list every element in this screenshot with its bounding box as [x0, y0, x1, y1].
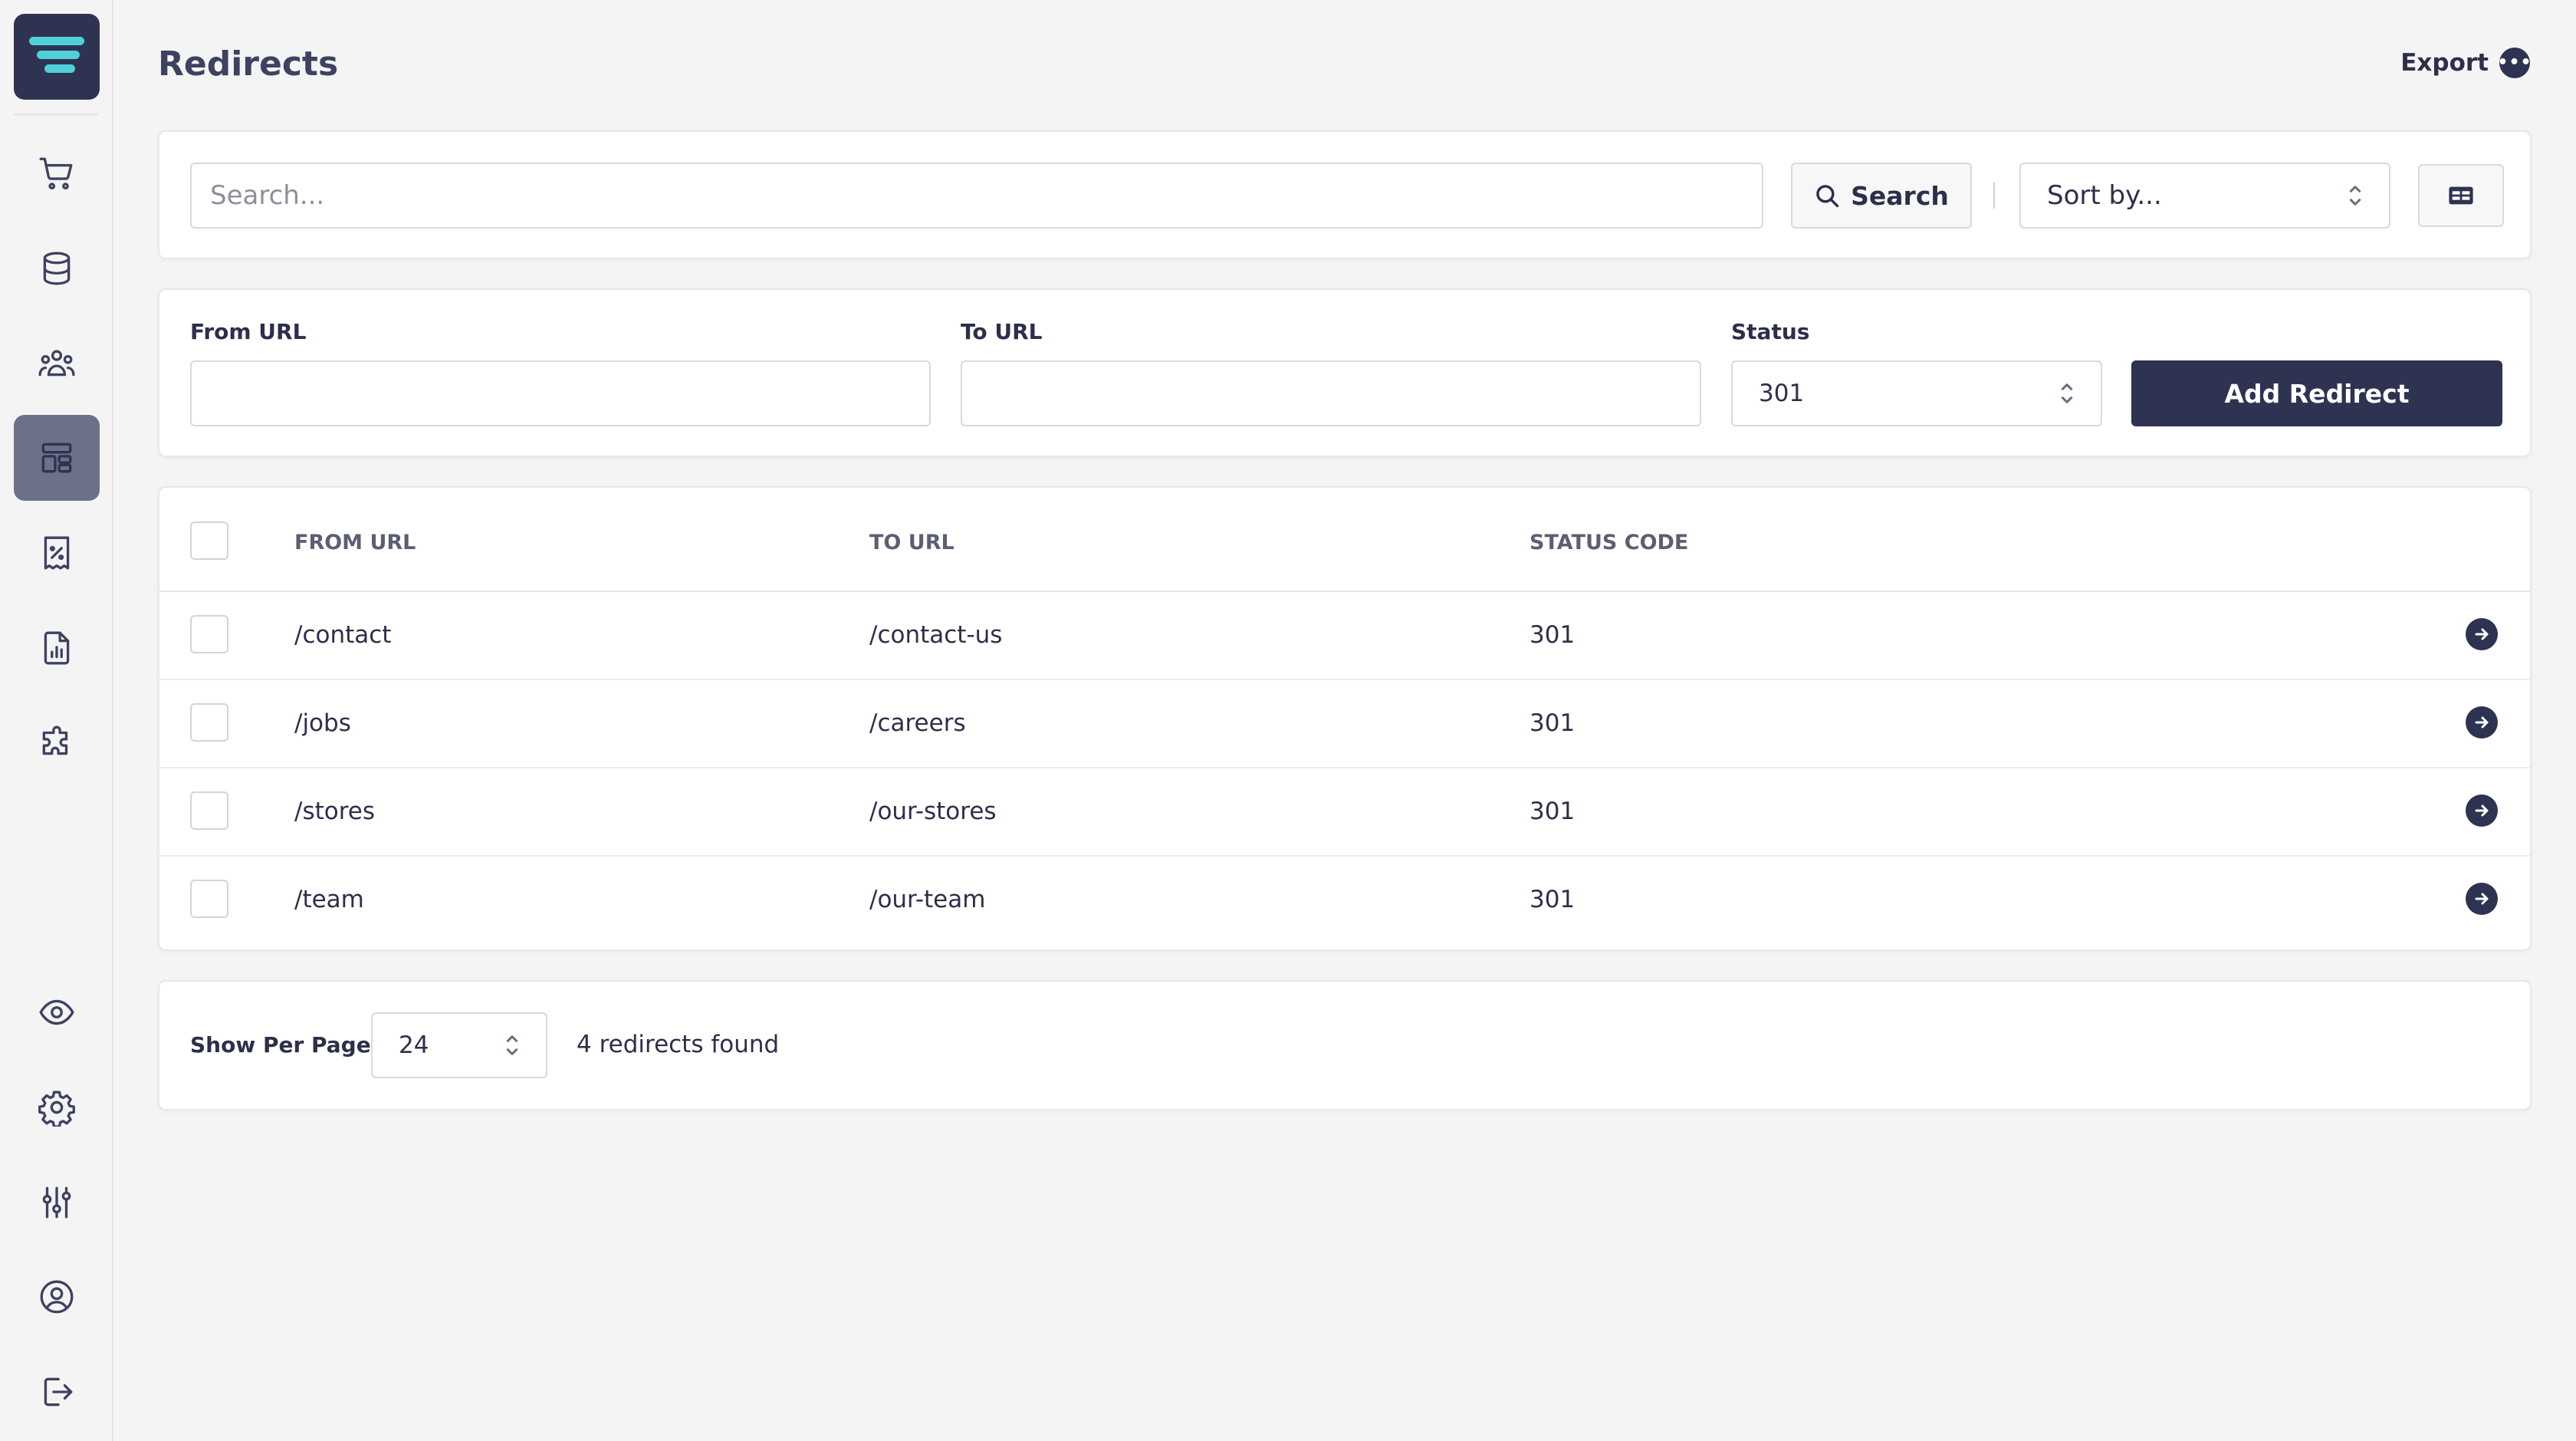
receipt-percent-icon: [44, 536, 70, 570]
to-url-cell: /contact-us: [869, 621, 1003, 649]
sidebar-item-settings[interactable]: [14, 1064, 100, 1150]
from-url-field[interactable]: [190, 360, 931, 426]
logo-icon: [29, 37, 84, 73]
chevron-up-down-icon: [504, 1032, 520, 1058]
sidebar-item-account[interactable]: [14, 1254, 100, 1340]
export-label: Export: [2400, 49, 2489, 77]
sidebar-item-orders[interactable]: [14, 130, 100, 216]
to-url-cell: /our-team: [869, 886, 986, 913]
add-redirect-form: From URL To URL Status 301 Add Redirect: [158, 288, 2532, 457]
sidebar-item-customers[interactable]: [14, 321, 100, 406]
arrow-right-circle-icon[interactable]: [2466, 883, 2498, 915]
from-url-cell: /team: [294, 886, 364, 913]
database-icon: [43, 252, 71, 285]
table-view-icon: [2449, 186, 2473, 205]
app-logo[interactable]: [14, 14, 100, 100]
table-row[interactable]: /jobs /careers 301: [159, 680, 2530, 768]
redirects-table: FROM URL TO URL STATUS CODE /contact /co…: [158, 486, 2532, 951]
to-url-cell: /our-stores: [869, 798, 997, 825]
per-page-select[interactable]: 24: [371, 1012, 547, 1078]
sort-select-value: Sort by...: [2047, 180, 2162, 211]
sidebar: [0, 0, 113, 1441]
table-row[interactable]: /stores /our-stores 301: [159, 768, 2530, 857]
status-select-value: 301: [1759, 380, 1805, 407]
from-url-cell: /contact: [294, 621, 392, 649]
eye-icon: [39, 999, 74, 1025]
pagination-bar: Show Per Page 24 4 redirects found: [158, 980, 2532, 1110]
table-row[interactable]: /team /our-team 301: [159, 857, 2530, 945]
status-code-cell: 301: [1530, 621, 1576, 649]
sidebar-item-reports[interactable]: [14, 605, 100, 691]
to-url-cell: /careers: [869, 709, 966, 737]
row-checkbox[interactable]: [190, 791, 228, 830]
row-checkbox[interactable]: [190, 880, 228, 918]
status-label: Status: [1731, 319, 1810, 344]
chevron-up-down-icon: [2348, 183, 2363, 209]
layout-icon: [41, 442, 72, 473]
search-button[interactable]: Search: [1791, 163, 1972, 229]
users-icon: [38, 350, 75, 377]
toolbar-divider: [1993, 183, 1995, 209]
row-checkbox[interactable]: [190, 703, 228, 742]
row-checkbox[interactable]: [190, 615, 228, 653]
per-page-value: 24: [399, 1031, 429, 1059]
status-code-cell: 301: [1530, 798, 1576, 825]
sidebar-item-layout[interactable]: [14, 415, 100, 501]
sidebar-item-adjustments[interactable]: [14, 1160, 100, 1245]
user-circle-icon: [40, 1280, 74, 1314]
table-row[interactable]: /contact /contact-us 301: [159, 592, 2530, 680]
sidebar-item-discounts[interactable]: [14, 510, 100, 596]
search-input[interactable]: [190, 163, 1763, 229]
select-all-checkbox[interactable]: [190, 521, 228, 560]
sliders-icon: [42, 1186, 71, 1219]
sidebar-item-preview[interactable]: [14, 969, 100, 1055]
column-header-status-code[interactable]: STATUS CODE: [1530, 531, 1688, 554]
view-toggle-button[interactable]: [2418, 164, 2504, 227]
per-page-label: Show Per Page: [190, 1032, 371, 1058]
search-icon: [1816, 185, 1839, 208]
status-code-cell: 301: [1530, 886, 1576, 913]
sidebar-item-logout[interactable]: [14, 1349, 100, 1435]
puzzle-icon: [42, 725, 68, 755]
sidebar-item-database[interactable]: [14, 225, 100, 311]
results-count: 4 redirects found: [577, 1031, 780, 1058]
arrow-right-circle-icon[interactable]: [2466, 618, 2498, 650]
arrow-right-circle-icon[interactable]: [2466, 795, 2498, 827]
to-url-field[interactable]: [961, 360, 1701, 426]
column-header-to-url[interactable]: TO URL: [869, 531, 955, 554]
report-icon: [44, 631, 70, 665]
table-header: FROM URL TO URL STATUS CODE: [159, 488, 2530, 592]
more-dots-icon: •••: [2497, 48, 2532, 78]
search-button-label: Search: [1851, 180, 1949, 211]
sidebar-item-plugins[interactable]: [14, 699, 100, 785]
page-title: Redirects: [158, 44, 339, 84]
chevron-up-down-icon: [2059, 380, 2075, 406]
status-select[interactable]: 301: [1731, 360, 2102, 426]
arrow-right-circle-icon[interactable]: [2466, 706, 2498, 739]
column-header-from-url[interactable]: FROM URL: [294, 531, 416, 554]
from-url-cell: /stores: [294, 798, 376, 825]
sidebar-divider: [14, 114, 98, 115]
export-button[interactable]: Export •••: [2400, 48, 2532, 78]
from-url-label: From URL: [190, 319, 307, 344]
status-code-cell: 301: [1530, 709, 1576, 737]
from-url-cell: /jobs: [294, 709, 351, 737]
search-toolbar: Search Sort by...: [158, 130, 2532, 259]
cart-icon: [39, 157, 73, 190]
to-url-label: To URL: [961, 319, 1043, 344]
add-redirect-button[interactable]: Add Redirect: [2131, 360, 2502, 426]
logout-icon: [44, 1377, 73, 1406]
gear-icon: [38, 1091, 75, 1127]
sort-select[interactable]: Sort by...: [2019, 163, 2390, 229]
